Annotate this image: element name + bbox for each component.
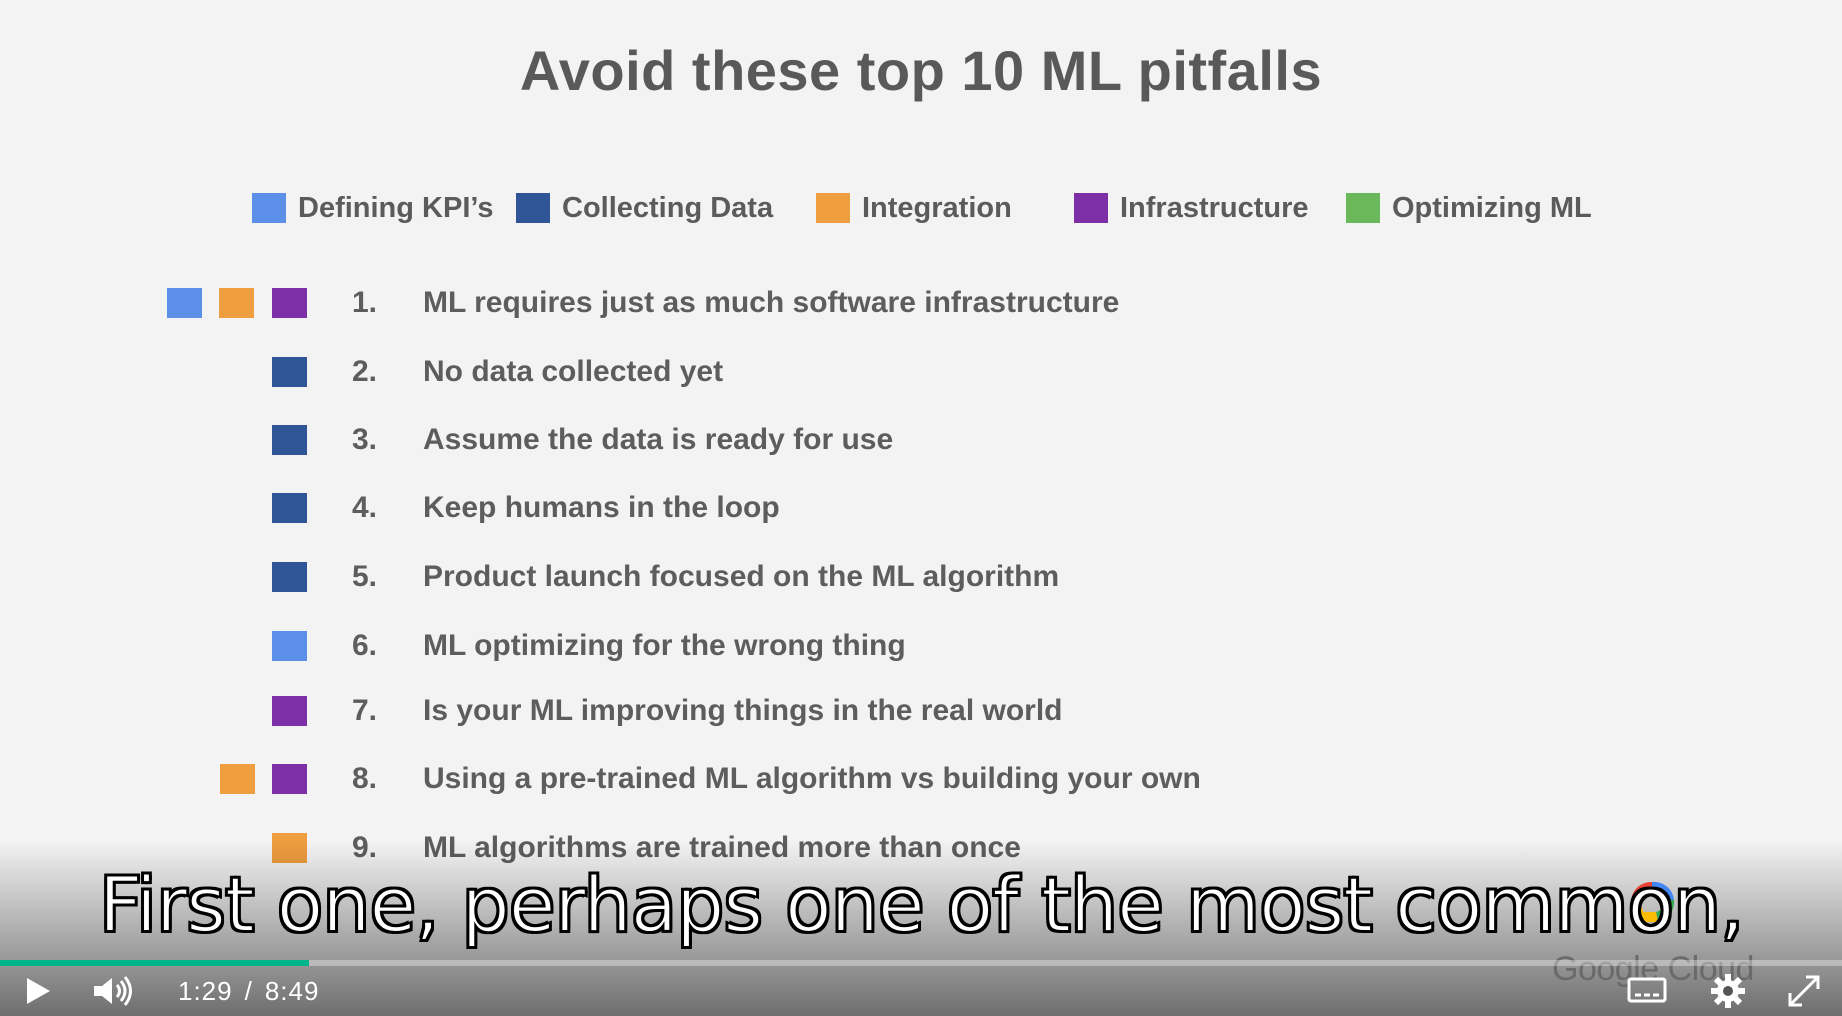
legend-item-infrastructure: Infrastructure bbox=[1074, 188, 1309, 228]
legend-label: Optimizing ML bbox=[1392, 191, 1592, 224]
list-item: 6. ML optimizing for the wrong thing bbox=[0, 628, 1842, 668]
tag-swatch bbox=[272, 696, 307, 726]
tag-swatch bbox=[167, 288, 202, 318]
captions-button[interactable] bbox=[1624, 966, 1670, 1016]
legend-label: Defining KPI’s bbox=[298, 191, 494, 224]
player-controls: 1:29 / 8:49 bbox=[0, 966, 1842, 1016]
fullscreen-icon bbox=[1788, 975, 1820, 1007]
item-text: Keep humans in the loop bbox=[423, 491, 780, 524]
list-item: 8. Using a pre-trained ML algorithm vs b… bbox=[0, 761, 1842, 801]
tag-swatch bbox=[272, 288, 307, 318]
fullscreen-button[interactable] bbox=[1782, 966, 1826, 1016]
legend-label: Infrastructure bbox=[1120, 191, 1309, 224]
legend-swatch bbox=[816, 193, 850, 223]
item-number: 3. bbox=[352, 423, 378, 456]
legend-item-integration: Integration bbox=[816, 188, 1012, 228]
item-number: 6. bbox=[352, 629, 378, 662]
legend-label: Integration bbox=[862, 191, 1012, 224]
list-item: 4. Keep humans in the loop bbox=[0, 490, 1842, 530]
tag-swatch bbox=[272, 425, 307, 455]
legend-swatch bbox=[252, 193, 286, 223]
legend: Defining KPI’s Collecting Data Integrati… bbox=[0, 188, 1842, 228]
legend-swatch bbox=[1074, 193, 1108, 223]
legend-swatch bbox=[1346, 193, 1380, 223]
item-number: 1. bbox=[352, 286, 378, 319]
item-text: Product launch focused on the ML algorit… bbox=[423, 560, 1060, 593]
list-item: 2. No data collected yet bbox=[0, 354, 1842, 394]
list-item: 1. ML requires just as much software inf… bbox=[0, 285, 1842, 325]
tag-swatch bbox=[272, 357, 307, 387]
item-text: Is your ML improving things in the real … bbox=[423, 694, 1063, 727]
slide-title: Avoid these top 10 ML pitfalls bbox=[519, 39, 1323, 102]
captions-icon bbox=[1627, 977, 1667, 1003]
tag-swatch bbox=[220, 764, 255, 794]
play-button[interactable] bbox=[18, 966, 58, 1016]
time-display: 1:29 / 8:49 bbox=[178, 966, 319, 1016]
item-text: Using a pre-trained ML algorithm vs buil… bbox=[423, 762, 1201, 795]
legend-item-defining-kpis: Defining KPI’s bbox=[252, 188, 494, 228]
legend-label: Collecting Data bbox=[562, 191, 774, 224]
subtitle-caption: First one, perhaps one of the most commo… bbox=[98, 859, 1746, 950]
item-number: 8. bbox=[352, 762, 378, 795]
list-item: 7. Is your ML improving things in the re… bbox=[0, 693, 1842, 733]
item-number: 5. bbox=[352, 560, 378, 593]
volume-button[interactable] bbox=[88, 966, 138, 1016]
settings-button[interactable] bbox=[1706, 966, 1750, 1016]
volume-icon bbox=[94, 976, 132, 1006]
item-number: 2. bbox=[352, 355, 378, 388]
gear-icon bbox=[1711, 974, 1745, 1008]
tag-swatch bbox=[272, 631, 307, 661]
tag-swatch bbox=[272, 764, 307, 794]
item-text: ML requires just as much software infras… bbox=[423, 286, 1120, 319]
legend-item-optimizing-ml: Optimizing ML bbox=[1346, 188, 1592, 228]
legend-swatch bbox=[516, 193, 550, 223]
video-player[interactable]: Avoid these top 10 ML pitfalls Defining … bbox=[0, 0, 1842, 1016]
time-separator: / bbox=[244, 975, 253, 1006]
play-icon bbox=[27, 978, 50, 1004]
tag-swatch bbox=[219, 288, 254, 318]
item-text: No data collected yet bbox=[423, 355, 724, 388]
duration: 8:49 bbox=[264, 975, 320, 1006]
tag-swatch bbox=[272, 562, 307, 592]
current-time: 1:29 bbox=[178, 975, 233, 1006]
item-text: Assume the data is ready for use bbox=[423, 423, 894, 456]
item-number: 4. bbox=[352, 491, 378, 524]
list-item: 3. Assume the data is ready for use bbox=[0, 422, 1842, 462]
legend-item-collecting-data: Collecting Data bbox=[516, 188, 773, 228]
list-item: 5. Product launch focused on the ML algo… bbox=[0, 559, 1842, 599]
tag-swatch bbox=[272, 493, 307, 523]
item-number: 7. bbox=[352, 694, 378, 727]
item-text: ML optimizing for the wrong thing bbox=[423, 629, 906, 662]
